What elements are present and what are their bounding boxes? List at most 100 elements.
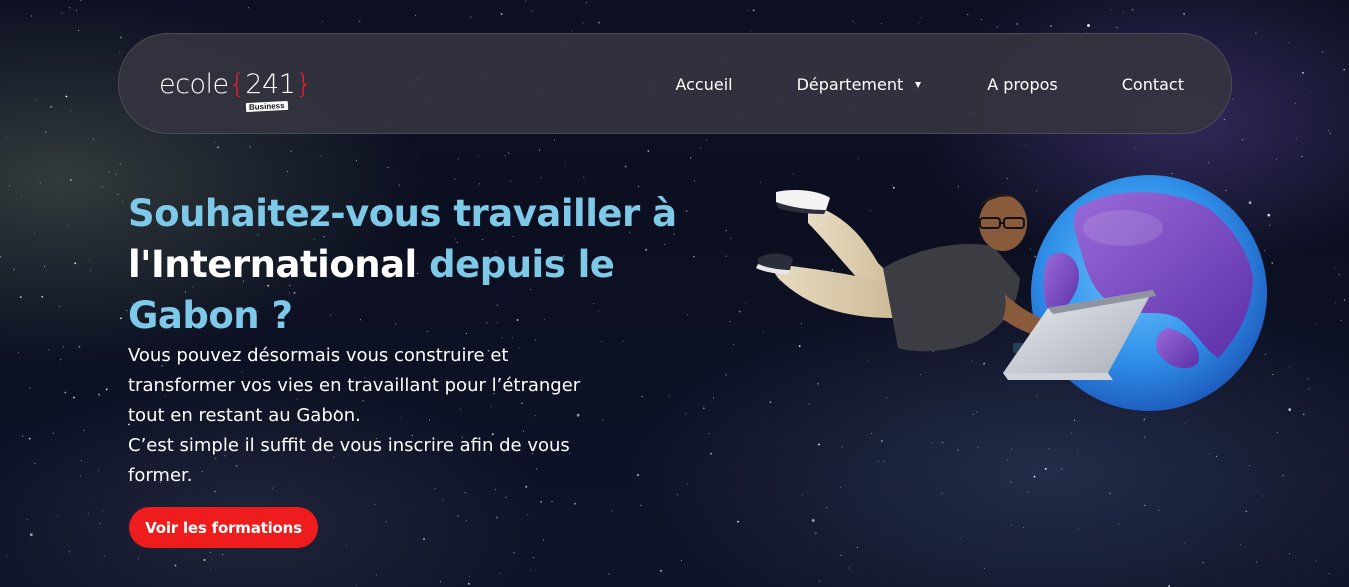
logo-business-tag: Business <box>245 100 288 113</box>
star <box>1329 132 1331 134</box>
star <box>1116 27 1118 29</box>
star <box>1023 526 1024 528</box>
nav-item-label: Accueil <box>675 75 733 94</box>
star <box>52 432 54 434</box>
star <box>1249 465 1251 467</box>
star <box>1344 299 1345 301</box>
star <box>513 552 515 554</box>
star <box>941 442 943 444</box>
star <box>737 520 739 523</box>
star <box>749 30 751 32</box>
star <box>457 515 459 517</box>
star <box>871 433 873 435</box>
star <box>415 14 417 16</box>
star <box>840 486 842 488</box>
star <box>65 95 68 98</box>
star <box>48 349 50 351</box>
star <box>6 554 7 556</box>
logo-brace-close: } <box>295 69 313 100</box>
star <box>20 195 22 197</box>
logo[interactable]: ecole{241} Business <box>159 68 313 113</box>
star <box>19 296 22 298</box>
star <box>34 463 36 465</box>
star <box>41 295 44 298</box>
star <box>1110 9 1112 11</box>
nav-item-departement[interactable]: Département <box>797 75 922 94</box>
star <box>1184 542 1186 544</box>
star <box>1077 450 1079 452</box>
star <box>119 163 121 165</box>
star <box>387 167 389 169</box>
star <box>638 186 639 188</box>
star <box>532 557 534 559</box>
star <box>58 306 60 308</box>
star <box>554 139 555 141</box>
star <box>1131 8 1134 11</box>
star <box>996 26 998 28</box>
star <box>690 157 692 159</box>
star <box>957 449 959 451</box>
star <box>117 193 119 195</box>
star <box>883 460 885 462</box>
star <box>1307 378 1309 380</box>
hero-text-line: former. <box>128 465 193 486</box>
star <box>1109 492 1111 494</box>
nav-item-contact[interactable]: Contact <box>1122 75 1184 94</box>
star <box>1144 436 1146 438</box>
star <box>984 568 986 569</box>
star <box>29 387 31 389</box>
hero-text-line: Vous pouvez désormais vous construire et <box>128 345 509 366</box>
voir-formations-button[interactable]: Voir les formations <box>129 507 318 548</box>
star <box>479 183 481 185</box>
star <box>60 359 62 361</box>
star <box>1288 42 1290 44</box>
nav-item-accueil[interactable]: Accueil <box>675 75 732 94</box>
star <box>708 433 710 434</box>
star <box>1202 562 1204 564</box>
star <box>1122 11 1124 13</box>
star <box>509 180 511 182</box>
star <box>209 551 211 553</box>
star <box>1223 119 1225 121</box>
caret-down-icon <box>915 81 922 88</box>
star <box>677 494 679 496</box>
star <box>1208 162 1209 164</box>
star <box>1050 25 1052 27</box>
star <box>321 21 323 23</box>
star <box>9 185 11 187</box>
star <box>29 533 33 537</box>
star <box>496 516 498 519</box>
star <box>858 157 860 159</box>
star <box>57 516 59 518</box>
star <box>1315 560 1317 562</box>
star <box>415 151 417 153</box>
star <box>1232 98 1234 100</box>
star <box>826 507 828 509</box>
star <box>290 150 292 152</box>
star <box>880 23 882 24</box>
star <box>69 179 72 181</box>
star <box>355 159 357 161</box>
star <box>17 352 19 354</box>
star <box>640 504 642 506</box>
nav-item-a-propos[interactable]: A propos <box>987 75 1057 94</box>
star <box>752 9 755 12</box>
star <box>1027 491 1029 493</box>
star <box>647 150 650 152</box>
star <box>93 138 95 140</box>
star <box>693 255 695 258</box>
star <box>551 501 553 503</box>
star <box>1282 474 1284 477</box>
star <box>138 557 139 559</box>
star <box>105 388 108 391</box>
star <box>1263 495 1264 497</box>
star <box>80 0 82 1</box>
star <box>78 345 81 348</box>
star <box>1241 139 1243 141</box>
star <box>685 413 686 415</box>
page: ecole{241} Business Accueil Département … <box>0 0 1349 587</box>
logo-text: ecole{241} <box>159 68 313 102</box>
star <box>1308 388 1310 390</box>
star <box>729 321 731 323</box>
star <box>531 10 533 12</box>
